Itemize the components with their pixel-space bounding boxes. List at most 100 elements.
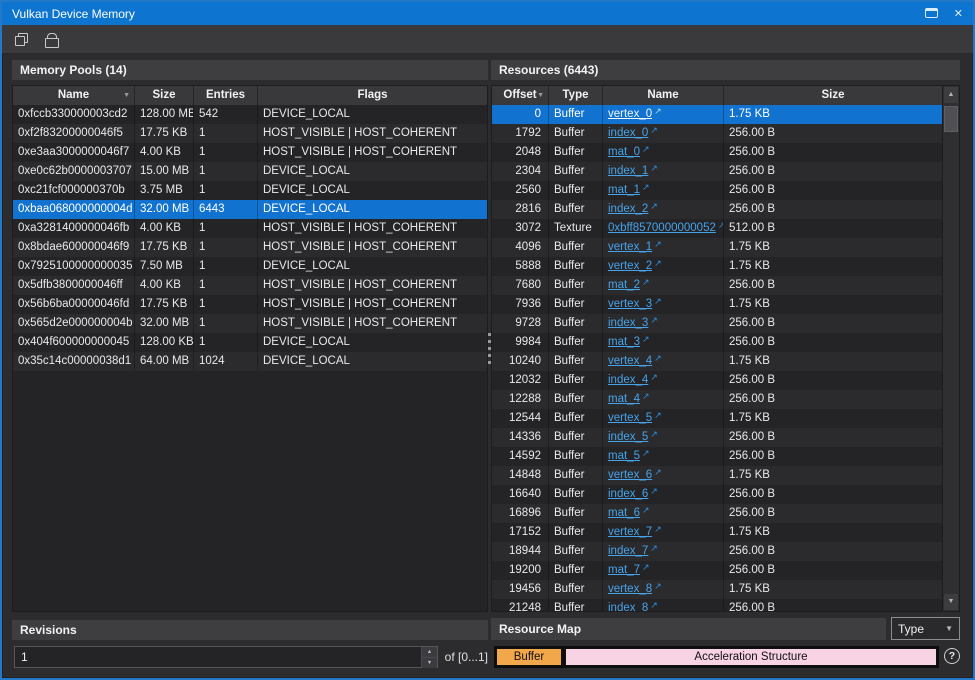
scrollbar-thumb[interactable] bbox=[944, 106, 958, 132]
resource-column-size[interactable]: Size bbox=[724, 86, 942, 105]
external-link-icon: ↗ bbox=[650, 371, 658, 387]
resource-link[interactable]: vertex_3 bbox=[608, 298, 652, 310]
resource-row[interactable]: 3072Texture0xbff8570000000052↗512.00 B bbox=[492, 219, 942, 238]
resource-type-cell: Buffer bbox=[549, 542, 603, 561]
resource-link[interactable]: index_2 bbox=[608, 203, 648, 215]
resource-map-segment[interactable]: Acceleration Structure bbox=[565, 648, 937, 666]
resource-size-cell: 256.00 B bbox=[724, 143, 942, 162]
memory-pool-row[interactable]: 0x8bdae600000046f917.75 KB1HOST_VISIBLE … bbox=[13, 238, 487, 257]
resource-row[interactable]: 21248Bufferindex_8↗256.00 B bbox=[492, 599, 942, 611]
resource-row[interactable]: 19200Buffermat_7↗256.00 B bbox=[492, 561, 942, 580]
memory-pool-row[interactable]: 0x404f600000000045128.00 KB1DEVICE_LOCAL bbox=[13, 333, 487, 352]
memory-pool-row[interactable]: 0xf2f83200000046f517.75 KB1HOST_VISIBLE … bbox=[13, 124, 487, 143]
resource-row[interactable]: 14336Bufferindex_5↗256.00 B bbox=[492, 428, 942, 447]
resource-link[interactable]: index_4 bbox=[608, 374, 648, 386]
titlebar[interactable]: Vulkan Device Memory ✕ bbox=[2, 2, 973, 25]
resource-link[interactable]: vertex_1 bbox=[608, 241, 652, 253]
resource-row[interactable]: 17152Buffervertex_7↗1.75 KB bbox=[492, 523, 942, 542]
resource-row[interactable]: 12032Bufferindex_4↗256.00 B bbox=[492, 371, 942, 390]
external-link-icon: ↗ bbox=[654, 523, 662, 539]
resource-row[interactable]: 16640Bufferindex_6↗256.00 B bbox=[492, 485, 942, 504]
resource-row[interactable]: 5888Buffervertex_2↗1.75 KB bbox=[492, 257, 942, 276]
resource-size-cell: 256.00 B bbox=[724, 542, 942, 561]
float-window-button[interactable] bbox=[925, 5, 938, 23]
resource-link[interactable]: vertex_4 bbox=[608, 355, 652, 367]
pool-column-name[interactable]: Name▼ bbox=[13, 86, 135, 105]
spin-up-icon[interactable]: ▲ bbox=[422, 647, 437, 658]
resource-link[interactable]: mat_6 bbox=[608, 507, 640, 519]
scroll-down-icon[interactable]: ▼ bbox=[944, 594, 958, 610]
revision-spinbox[interactable]: 1 ▲ ▼ bbox=[14, 646, 438, 668]
resource-link[interactable]: vertex_6 bbox=[608, 469, 652, 481]
resource-row[interactable]: 14848Buffervertex_6↗1.75 KB bbox=[492, 466, 942, 485]
memory-pool-row[interactable]: 0xa3281400000046fb4.00 KB1HOST_VISIBLE |… bbox=[13, 219, 487, 238]
resource-row[interactable]: 12288Buffermat_4↗256.00 B bbox=[492, 390, 942, 409]
resource-link[interactable]: mat_2 bbox=[608, 279, 640, 291]
resource-row[interactable]: 9984Buffermat_3↗256.00 B bbox=[492, 333, 942, 352]
resource-column-type[interactable]: Type bbox=[549, 86, 603, 105]
memory-pool-row[interactable]: 0xfccb330000003cd2128.00 MB542DEVICE_LOC… bbox=[13, 105, 487, 124]
resource-link[interactable]: index_6 bbox=[608, 488, 648, 500]
resource-link[interactable]: index_0 bbox=[608, 127, 648, 139]
close-button[interactable]: ✕ bbox=[954, 9, 963, 19]
copy-button[interactable] bbox=[11, 29, 31, 49]
resource-link[interactable]: mat_5 bbox=[608, 450, 640, 462]
resource-link[interactable]: index_5 bbox=[608, 431, 648, 443]
resource-link[interactable]: vertex_7 bbox=[608, 526, 652, 538]
resource-row[interactable]: 16896Buffermat_6↗256.00 B bbox=[492, 504, 942, 523]
resource-column-offset[interactable]: Offset▼ bbox=[492, 86, 549, 105]
memory-pool-row[interactable]: 0x35c14c00000038d164.00 MB1024DEVICE_LOC… bbox=[13, 352, 487, 371]
memory-pool-row[interactable]: 0x56b6ba00000046fd17.75 KB1HOST_VISIBLE … bbox=[13, 295, 487, 314]
resources-scrollbar[interactable]: ▲ ▼ bbox=[942, 86, 959, 611]
resource-link[interactable]: vertex_2 bbox=[608, 260, 652, 272]
lock-button[interactable] bbox=[41, 29, 61, 49]
resource-row[interactable]: 0Buffervertex_0↗1.75 KB bbox=[492, 105, 942, 124]
memory-pool-row[interactable]: 0x79251000000000357.50 MB1DEVICE_LOCAL bbox=[13, 257, 487, 276]
resource-row[interactable]: 2560Buffermat_1↗256.00 B bbox=[492, 181, 942, 200]
resource-link[interactable]: index_7 bbox=[608, 545, 648, 557]
resource-link[interactable]: mat_3 bbox=[608, 336, 640, 348]
pool-flags-cell: DEVICE_LOCAL bbox=[258, 257, 487, 276]
scroll-up-icon[interactable]: ▲ bbox=[944, 87, 958, 103]
resource-row[interactable]: 19456Buffervertex_8↗1.75 KB bbox=[492, 580, 942, 599]
resource-link[interactable]: mat_0 bbox=[608, 146, 640, 158]
resource-link[interactable]: mat_4 bbox=[608, 393, 640, 405]
resource-row[interactable]: 12544Buffervertex_5↗1.75 KB bbox=[492, 409, 942, 428]
memory-pool-row[interactable]: 0xe3aa3000000046f74.00 KB1HOST_VISIBLE |… bbox=[13, 143, 487, 162]
resource-row[interactable]: 18944Bufferindex_7↗256.00 B bbox=[492, 542, 942, 561]
resource-link[interactable]: index_3 bbox=[608, 317, 648, 329]
pool-column-flags[interactable]: Flags bbox=[258, 86, 487, 105]
resource-link[interactable]: vertex_8 bbox=[608, 583, 652, 595]
resource-link[interactable]: vertex_0 bbox=[608, 108, 652, 120]
resource-row[interactable]: 2048Buffermat_0↗256.00 B bbox=[492, 143, 942, 162]
spin-down-icon[interactable]: ▼ bbox=[422, 658, 437, 668]
resource-row[interactable]: 7680Buffermat_2↗256.00 B bbox=[492, 276, 942, 295]
pool-column-entries[interactable]: Entries bbox=[194, 86, 258, 105]
resource-map-bar[interactable]: BufferAcceleration Structure bbox=[494, 646, 939, 668]
resource-row[interactable]: 4096Buffervertex_1↗1.75 KB bbox=[492, 238, 942, 257]
resource-row[interactable]: 7936Buffervertex_3↗1.75 KB bbox=[492, 295, 942, 314]
resource-link[interactable]: vertex_5 bbox=[608, 412, 652, 424]
memory-pool-row[interactable]: 0xc21fcf000000370b3.75 MB1DEVICE_LOCAL bbox=[13, 181, 487, 200]
help-icon[interactable]: ? bbox=[944, 648, 960, 664]
resource-row[interactable]: 1792Bufferindex_0↗256.00 B bbox=[492, 124, 942, 143]
resource-link[interactable]: index_1 bbox=[608, 165, 648, 177]
resource-row[interactable]: 10240Buffervertex_4↗1.75 KB bbox=[492, 352, 942, 371]
resource-row[interactable]: 9728Bufferindex_3↗256.00 B bbox=[492, 314, 942, 333]
resource-map-segment[interactable]: Buffer bbox=[496, 648, 562, 666]
resource-link[interactable]: mat_1 bbox=[608, 184, 640, 196]
memory-pool-row[interactable]: 0xbaa068000000004d32.00 MB6443DEVICE_LOC… bbox=[13, 200, 487, 219]
resource-row[interactable]: 2304Bufferindex_1↗256.00 B bbox=[492, 162, 942, 181]
memory-pool-row[interactable]: 0xe0c62b000000370715.00 MB1DEVICE_LOCAL bbox=[13, 162, 487, 181]
resource-column-name[interactable]: Name bbox=[603, 86, 724, 105]
pool-column-size[interactable]: Size bbox=[135, 86, 194, 105]
memory-pool-row[interactable]: 0x565d2e000000004b32.00 MB1HOST_VISIBLE … bbox=[13, 314, 487, 333]
resource-row[interactable]: 2816Bufferindex_2↗256.00 B bbox=[492, 200, 942, 219]
resource-link[interactable]: mat_7 bbox=[608, 564, 640, 576]
external-link-icon: ↗ bbox=[650, 162, 658, 178]
type-filter-dropdown[interactable]: Type ▼ bbox=[891, 617, 960, 640]
resource-row[interactable]: 14592Buffermat_5↗256.00 B bbox=[492, 447, 942, 466]
resource-link[interactable]: index_8 bbox=[608, 602, 648, 611]
memory-pool-row[interactable]: 0x5dfb3800000046ff4.00 KB1HOST_VISIBLE |… bbox=[13, 276, 487, 295]
resource-link[interactable]: 0xbff8570000000052 bbox=[608, 222, 716, 234]
